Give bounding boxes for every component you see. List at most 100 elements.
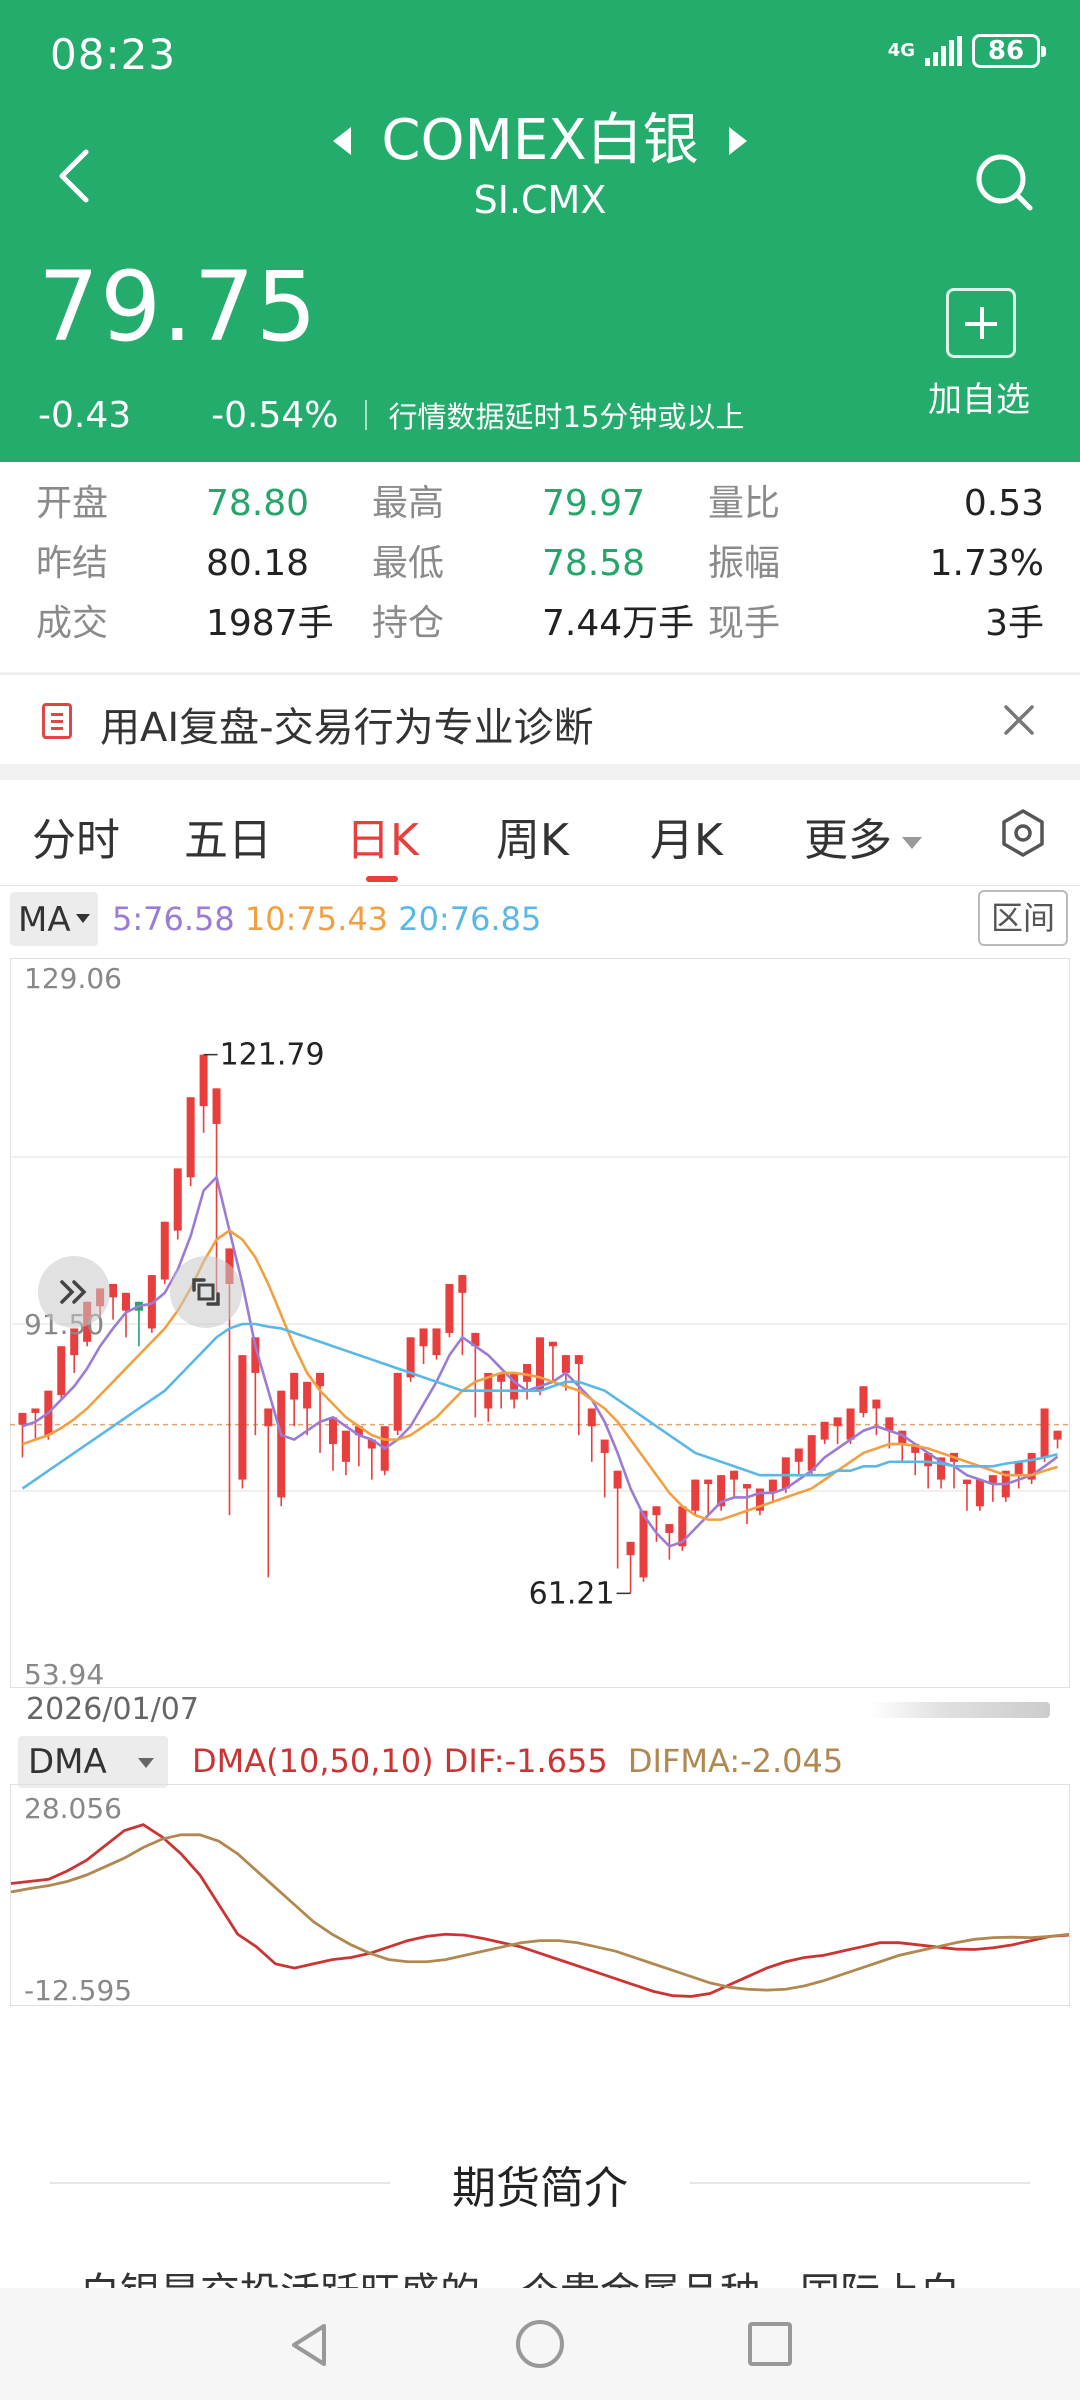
- candle-body: [548, 1341, 557, 1347]
- double-chevron-right-icon: [60, 1280, 87, 1304]
- nav-back-icon[interactable]: [284, 2320, 334, 2370]
- ai-review-banner[interactable]: 用AI复盘-交易行为专业诊断: [0, 674, 1080, 764]
- intro-text: 白银是交投活跃旺盛的一个贵金属品种，国际上白: [80, 2260, 1000, 2290]
- candle-body: [419, 1328, 428, 1347]
- volume-label: 成交: [36, 603, 109, 644]
- dma-frame: [10, 1784, 1070, 2006]
- vol-ratio-value: 0.53: [963, 483, 1044, 524]
- ai-review-text[interactable]: 用AI复盘-交易行为专业诊断: [100, 695, 594, 753]
- ma-indicator-select[interactable]: MA: [10, 892, 98, 946]
- prev-instrument-icon[interactable]: [333, 127, 352, 155]
- dif-value: DIF:-1.655: [443, 1742, 608, 1780]
- chevron-down-icon: [902, 837, 922, 849]
- candle-body: [574, 1355, 583, 1365]
- min-annotation: 61.21: [529, 1576, 615, 1611]
- status-time: 08:23: [50, 30, 177, 79]
- candle-body: [31, 1408, 40, 1413]
- delay-note: 行情数据延时15分钟或以上: [388, 400, 745, 434]
- tab-daily-k[interactable]: 日K: [346, 804, 419, 868]
- candle-body: [458, 1275, 467, 1293]
- settings-icon[interactable]: [998, 808, 1048, 858]
- chevron-down-icon: [138, 1758, 154, 1768]
- status-icons: 4G 86: [887, 34, 1046, 68]
- tab-more[interactable]: 更多: [804, 804, 922, 868]
- open-interest-value: 7.44万手: [542, 603, 695, 644]
- search-icon[interactable]: [972, 150, 1036, 214]
- document-icon: [42, 703, 72, 739]
- title-block: COMEX白银 SI.CMX: [0, 106, 1080, 222]
- fullscreen-icon: [192, 1278, 220, 1306]
- scroll-indicator: [870, 1702, 1050, 1718]
- high-value: 79.97: [542, 483, 646, 524]
- next-instrument-icon[interactable]: [728, 127, 747, 155]
- candle-body: [328, 1417, 337, 1445]
- open-label: 开盘: [36, 483, 109, 524]
- tab-five-day[interactable]: 五日: [184, 804, 272, 868]
- y-axis-min-label: 53.94: [24, 1658, 104, 1688]
- candle-body: [238, 1355, 247, 1480]
- candle-body: [872, 1399, 881, 1409]
- candle-body: [704, 1479, 713, 1485]
- amplitude-value: 1.73%: [929, 543, 1044, 584]
- high-label: 最高: [372, 483, 445, 524]
- network-type: 4G: [887, 40, 915, 61]
- date-text: 2026/01/07: [26, 1692, 199, 1727]
- candle-body: [173, 1168, 182, 1231]
- chevron-down-icon: [76, 914, 90, 923]
- close-icon[interactable]: [1000, 701, 1038, 739]
- candle-body: [613, 1470, 622, 1489]
- prev-settle-label: 昨结: [36, 543, 109, 584]
- change-row: -0.43 -0.54% 行情数据延时15分钟或以上: [38, 394, 744, 436]
- tab-intraday[interactable]: 分时: [32, 804, 120, 868]
- candle-body: [341, 1430, 350, 1462]
- candle-body: [160, 1221, 169, 1280]
- vol-ratio-label: 量比: [708, 483, 781, 524]
- futures-intro: 期货简介 白银是交投活跃旺盛的一个贵金属品种，国际上白: [0, 2050, 1080, 2290]
- candle-body: [316, 1372, 325, 1387]
- candle-body: [199, 1054, 208, 1107]
- period-tabs: 分时 五日 日K 周K 月K 更多: [0, 780, 1080, 886]
- candle-body: [212, 1088, 221, 1124]
- active-tab-indicator: [366, 876, 398, 882]
- tab-monthly-k[interactable]: 月K: [650, 804, 723, 868]
- candle-body: [626, 1541, 635, 1556]
- add-watchlist-label[interactable]: 加自选: [928, 372, 1030, 421]
- candle-body: [290, 1372, 299, 1400]
- system-nav-bar: [0, 2288, 1080, 2400]
- candle-body: [691, 1479, 700, 1511]
- candle-body: [975, 1479, 984, 1507]
- candlestick-chart[interactable]: 129.0691.5053.94121.7961.21: [10, 958, 1070, 1688]
- candle-body: [807, 1435, 816, 1471]
- range-button[interactable]: 区间: [978, 890, 1068, 946]
- prev-settle-value: 80.18: [206, 543, 310, 584]
- add-watchlist-icon[interactable]: [946, 288, 1016, 358]
- price-change: -0.43: [38, 394, 132, 436]
- dma-chart[interactable]: 28.056 -12.595: [10, 1784, 1070, 2006]
- candle-body: [264, 1408, 273, 1427]
- candle-body: [730, 1470, 739, 1480]
- candle-body: [445, 1283, 454, 1333]
- candle-body: [587, 1408, 596, 1427]
- y-axis-max-label: 129.06: [24, 962, 122, 995]
- candle-body: [1014, 1461, 1023, 1476]
- candle-body: [962, 1479, 971, 1485]
- tab-weekly-k[interactable]: 周K: [496, 804, 569, 868]
- candle-body: [833, 1417, 842, 1427]
- candle-body: [510, 1372, 519, 1400]
- candle-body: [859, 1386, 868, 1413]
- dma-indicator-select[interactable]: DMA: [18, 1736, 168, 1788]
- dma-max-label: 28.056: [24, 1792, 122, 1825]
- volume-value: 1987手: [206, 603, 334, 644]
- current-hand-value: 3手: [985, 603, 1044, 644]
- nav-recents-icon[interactable]: [748, 2322, 792, 2366]
- low-label: 最低: [372, 543, 445, 584]
- dma-line-difma: [10, 1833, 1070, 1992]
- ma10-value: 10:75.43: [244, 900, 389, 938]
- ma20-value: 20:76.85: [398, 900, 542, 938]
- expand-history-button[interactable]: [38, 1256, 110, 1328]
- difma-value: DIFMA:-2.045: [627, 1742, 844, 1780]
- nav-home-icon[interactable]: [516, 2320, 564, 2368]
- fullscreen-button[interactable]: [170, 1256, 242, 1328]
- candle-body: [820, 1421, 829, 1440]
- candle-body: [277, 1390, 286, 1498]
